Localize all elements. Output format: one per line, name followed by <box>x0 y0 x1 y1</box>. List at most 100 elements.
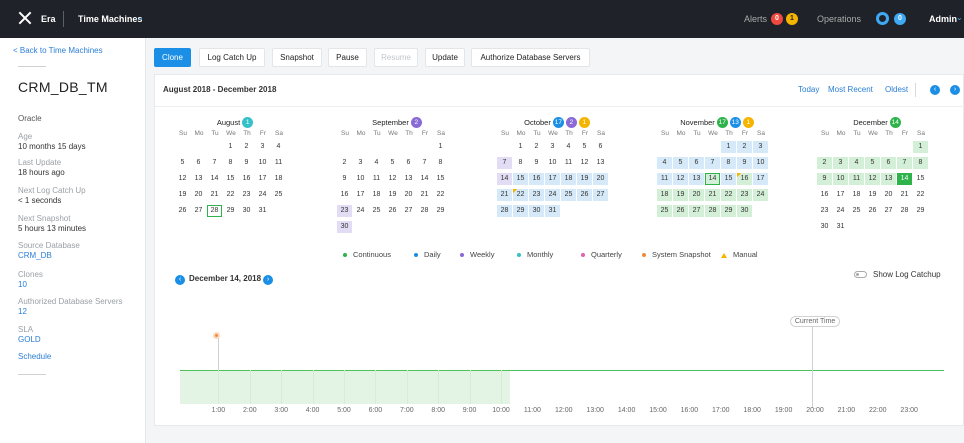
calendar-day[interactable]: 25 <box>271 189 286 201</box>
calendar-day[interactable]: 23 <box>817 205 832 217</box>
previous-day-icon[interactable]: ‹ <box>175 275 185 285</box>
calendar-day[interactable]: 13 <box>689 173 704 185</box>
calendar-day[interactable]: 17 <box>833 189 848 201</box>
calendar-day[interactable]: 17 <box>353 189 368 201</box>
calendar-day[interactable]: 9 <box>337 173 352 185</box>
next-day-icon[interactable]: › <box>263 275 273 285</box>
calendar-day[interactable]: 30 <box>817 221 832 233</box>
calendar-day[interactable]: 24 <box>545 189 560 201</box>
calendar-day[interactable]: 27 <box>401 205 416 217</box>
calendar-day[interactable]: 25 <box>561 189 576 201</box>
calendar-day[interactable]: 11 <box>849 173 864 185</box>
calendar-day[interactable]: 20 <box>401 189 416 201</box>
calendar-day[interactable]: 27 <box>881 205 896 217</box>
calendar-day[interactable]: 3 <box>255 141 270 153</box>
calendar-day[interactable]: 20 <box>191 189 206 201</box>
calendar-day[interactable]: 11 <box>271 157 286 169</box>
calendar-day[interactable]: 1 <box>223 141 238 153</box>
calendar-day[interactable]: 18 <box>369 189 384 201</box>
calendar-day[interactable]: 21 <box>497 189 512 201</box>
calendar-day[interactable]: 4 <box>657 157 672 169</box>
calendar-day[interactable]: 6 <box>881 157 896 169</box>
calendar-day[interactable]: 5 <box>577 141 592 153</box>
calendar-day[interactable]: 20 <box>689 189 704 201</box>
pause-button[interactable]: Pause <box>328 48 367 67</box>
oldest-link[interactable]: Oldest <box>885 85 908 94</box>
calendar-day[interactable]: 29 <box>721 205 736 217</box>
calendar-day[interactable]: 7 <box>705 157 720 169</box>
calendar-day[interactable]: 13 <box>881 173 896 185</box>
calendar-day[interactable]: 14 <box>705 173 720 185</box>
calendar-day[interactable]: 7 <box>897 157 912 169</box>
calendar-day[interactable]: 22 <box>513 189 528 201</box>
calendar-day[interactable]: 15 <box>513 173 528 185</box>
alerts-label[interactable]: Alerts <box>744 14 767 24</box>
calendar-day[interactable]: 7 <box>417 157 432 169</box>
clone-button[interactable]: Clone <box>154 48 191 67</box>
calendar-day[interactable]: 28 <box>705 205 720 217</box>
calendar-day[interactable]: 16 <box>337 189 352 201</box>
calendar-day[interactable]: 17 <box>545 173 560 185</box>
calendar-day[interactable]: 16 <box>737 173 752 185</box>
calendar-day[interactable]: 11 <box>561 157 576 169</box>
calendar-day[interactable]: 4 <box>271 141 286 153</box>
calendar-day[interactable]: 24 <box>353 205 368 217</box>
calendar-day[interactable]: 12 <box>385 173 400 185</box>
calendar-day[interactable]: 25 <box>849 205 864 217</box>
calendar-day[interactable]: 20 <box>593 173 608 185</box>
calendar-day[interactable]: 3 <box>353 157 368 169</box>
calendar-day[interactable]: 13 <box>401 173 416 185</box>
calendar-day[interactable]: 15 <box>913 173 928 185</box>
back-link[interactable]: < Back to Time Machines <box>13 46 103 55</box>
calendar-day[interactable]: 24 <box>833 205 848 217</box>
calendar-day[interactable]: 8 <box>721 157 736 169</box>
calendar-day[interactable]: 21 <box>705 189 720 201</box>
calendar-day[interactable]: 5 <box>175 157 190 169</box>
today-link[interactable]: Today <box>798 85 819 94</box>
calendar-day[interactable]: 22 <box>223 189 238 201</box>
calendar-day[interactable]: 18 <box>657 189 672 201</box>
calendar-day[interactable]: 22 <box>433 189 448 201</box>
calendar-day[interactable]: 7 <box>207 157 222 169</box>
calendar-day[interactable]: 31 <box>833 221 848 233</box>
calendar-day[interactable]: 10 <box>545 157 560 169</box>
calendar-day[interactable]: 11 <box>657 173 672 185</box>
calendar-day[interactable]: 1 <box>913 141 928 153</box>
operations-count-badge[interactable]: 0 <box>894 13 906 25</box>
update-button[interactable]: Update <box>425 48 465 67</box>
calendar-day[interactable]: 23 <box>737 189 752 201</box>
calendar-day[interactable]: 10 <box>753 157 768 169</box>
calendar-day[interactable]: 1 <box>721 141 736 153</box>
calendar-day[interactable]: 28 <box>897 205 912 217</box>
calendar-day[interactable]: 28 <box>207 205 222 217</box>
calendar-day[interactable]: 1 <box>433 141 448 153</box>
calendar-day[interactable]: 9 <box>817 173 832 185</box>
calendar-day[interactable]: 7 <box>497 157 512 169</box>
calendar-day[interactable]: 3 <box>545 141 560 153</box>
calendar-day[interactable]: 12 <box>865 173 880 185</box>
calendar-day[interactable]: 27 <box>593 189 608 201</box>
calendar-day[interactable]: 23 <box>337 205 352 217</box>
calendar-day[interactable]: 31 <box>255 205 270 217</box>
calendar-day[interactable]: 18 <box>561 173 576 185</box>
calendar-day[interactable]: 18 <box>271 173 286 185</box>
calendar-day[interactable]: 2 <box>239 141 254 153</box>
calendar-day[interactable]: 19 <box>865 189 880 201</box>
next-icon[interactable]: › <box>950 85 960 95</box>
calendar-day[interactable]: 23 <box>529 189 544 201</box>
calendar-day[interactable]: 30 <box>529 205 544 217</box>
calendar-day[interactable]: 13 <box>593 157 608 169</box>
calendar-day[interactable]: 19 <box>385 189 400 201</box>
calendar-day[interactable]: 21 <box>207 189 222 201</box>
calendar-day[interactable]: 19 <box>175 189 190 201</box>
calendar-day[interactable]: 16 <box>817 189 832 201</box>
calendar-day[interactable]: 24 <box>255 189 270 201</box>
chevron-down-icon[interactable]: ⌄ <box>137 13 144 22</box>
calendar-day[interactable]: 13 <box>191 173 206 185</box>
calendar-day[interactable]: 15 <box>433 173 448 185</box>
calendar-day[interactable]: 9 <box>737 157 752 169</box>
calendar-day[interactable]: 28 <box>417 205 432 217</box>
snapshot-button[interactable]: Snapshot <box>272 48 322 67</box>
calendar-day[interactable]: 9 <box>239 157 254 169</box>
calendar-day[interactable]: 3 <box>753 141 768 153</box>
